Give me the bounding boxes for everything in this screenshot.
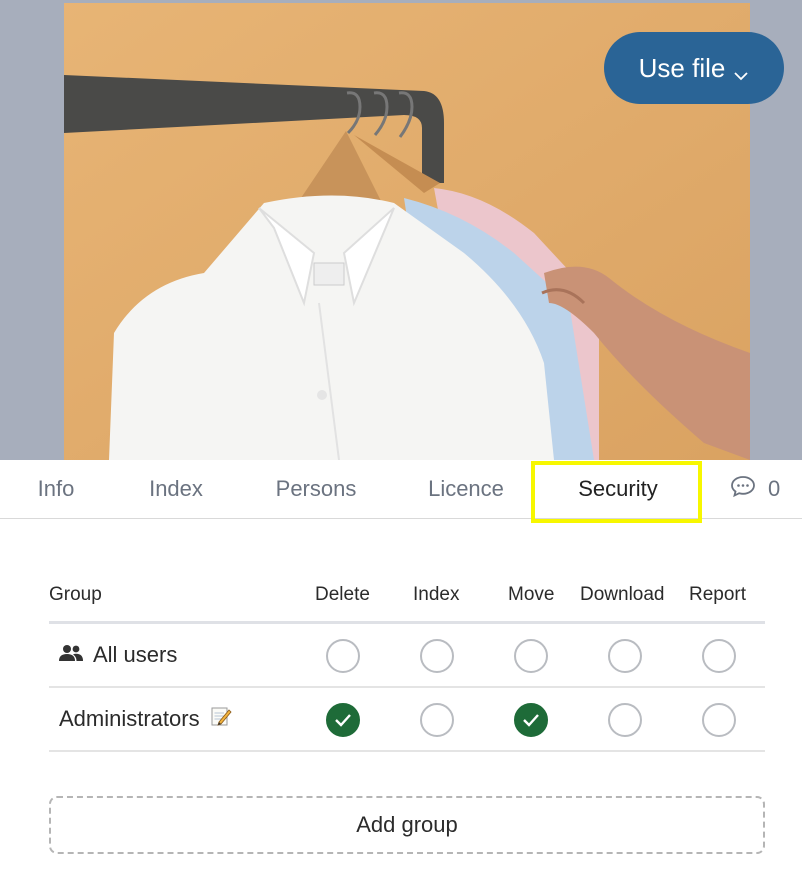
chat-bubble-icon [730, 474, 756, 504]
all-users-download-checkbox[interactable] [608, 639, 642, 673]
administrators-delete-checkbox[interactable] [326, 703, 360, 737]
tab-security[interactable]: Security [556, 460, 680, 518]
use-file-button[interactable]: Use file [604, 32, 784, 104]
group-name: Administrators [59, 706, 200, 731]
checkmark-icon [335, 714, 351, 727]
comments-button[interactable]: 0 [730, 460, 780, 518]
col-report: Report [689, 584, 747, 605]
administrators-index-checkbox[interactable] [420, 703, 454, 737]
checkmark-icon [523, 714, 539, 727]
all-users-move-checkbox[interactable] [514, 639, 548, 673]
all-users-report-checkbox[interactable] [702, 639, 736, 673]
col-index: Index [413, 584, 460, 605]
group-name-cell: Administrators [59, 688, 232, 750]
tab-persons[interactable]: Persons [262, 460, 370, 518]
col-delete: Delete [315, 584, 370, 605]
tab-licence[interactable]: Licence [414, 460, 518, 518]
tab-index[interactable]: Index [134, 460, 218, 518]
col-download: Download [580, 584, 665, 605]
use-file-label: Use file [638, 52, 726, 83]
all-users-delete-checkbox[interactable] [326, 639, 360, 673]
tab-info[interactable]: Info [16, 460, 96, 518]
administrators-download-checkbox[interactable] [608, 703, 642, 737]
memo-icon[interactable] [210, 705, 232, 733]
file-preview: Use file [0, 0, 802, 460]
table-header: Group Delete Index Move Download Report [49, 566, 765, 624]
table-row: Administrators [49, 688, 765, 752]
col-move: Move [508, 584, 555, 605]
col-group: Group [49, 584, 102, 605]
comments-count: 0 [768, 476, 781, 501]
administrators-move-checkbox[interactable] [514, 703, 548, 737]
group-name-cell: All users [59, 624, 177, 686]
all-users-index-checkbox[interactable] [420, 639, 454, 673]
tab-bar: Info Index Persons Licence Security 0 [0, 460, 802, 523]
group-name: All users [93, 642, 178, 667]
security-table: Group Delete Index Move Download Report … [49, 566, 765, 752]
administrators-report-checkbox[interactable] [702, 703, 736, 737]
add-group-button[interactable]: Add group [49, 796, 765, 854]
table-row: All users [49, 624, 765, 688]
users-icon [59, 642, 83, 668]
chevron-down-icon [733, 60, 749, 81]
